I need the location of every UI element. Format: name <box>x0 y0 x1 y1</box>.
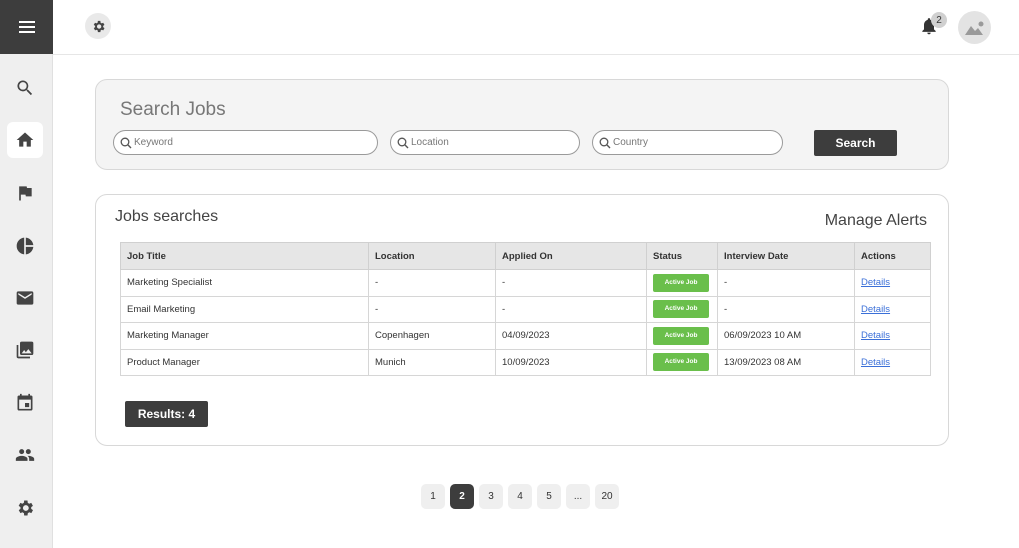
status-cell: Active Job <box>646 348 718 376</box>
status-badge: Active Job <box>653 353 709 372</box>
interview-date-cell: 06/09/2023 10 AM <box>717 322 855 350</box>
job-title-cell: Product Manager <box>120 348 369 376</box>
people-icon <box>15 449 35 461</box>
sidebar <box>0 0 53 548</box>
mail-icon <box>16 291 34 305</box>
page-button-20[interactable]: 20 <box>595 484 619 509</box>
hamburger-icon <box>18 21 35 33</box>
table-row: Marketing Manager Copenhagen 04/09/2023 … <box>120 322 931 350</box>
hamburger-menu-button[interactable] <box>0 0 53 54</box>
page-button-1[interactable]: 1 <box>421 484 445 509</box>
status-cell: Active Job <box>646 269 718 297</box>
applied-on-cell: 04/09/2023 <box>495 322 647 350</box>
applied-on-cell: - <box>495 269 647 297</box>
column-header-interview-date: Interview Date <box>717 242 855 270</box>
results-count-badge: Results: 4 <box>125 401 208 427</box>
actions-cell: Details <box>854 295 931 323</box>
top-header: 2 <box>53 0 1019 55</box>
table-row: Email Marketing - - Active Job - Details <box>120 295 931 323</box>
pie-chart-icon <box>16 237 34 255</box>
search-button[interactable]: Search <box>814 130 897 156</box>
column-header-location: Location <box>368 242 496 270</box>
job-title-cell: Marketing Manager <box>120 322 369 350</box>
status-badge: Active Job <box>653 300 709 319</box>
page-button-5[interactable]: 5 <box>537 484 561 509</box>
details-link[interactable]: Details <box>861 277 890 288</box>
location-cell: Munich <box>368 348 496 376</box>
search-icon <box>397 137 409 148</box>
applied-on-cell: 10/09/2023 <box>495 348 647 376</box>
status-cell: Active Job <box>646 295 718 323</box>
keyword-input[interactable] <box>134 137 377 148</box>
sidebar-item-settings[interactable] <box>7 490 43 526</box>
calendar-icon <box>17 393 33 411</box>
manage-alerts-link[interactable]: Manage Alerts <box>825 212 927 230</box>
interview-date-cell: 13/09/2023 08 AM <box>717 348 855 376</box>
sidebar-item-calendar[interactable] <box>7 385 43 421</box>
table-header-row: Job Title Location Applied On Status Int… <box>120 242 931 270</box>
actions-cell: Details <box>854 348 931 376</box>
status-badge: Active Job <box>653 273 709 292</box>
job-title-cell: Email Marketing <box>120 295 369 323</box>
details-link[interactable]: Details <box>861 330 890 341</box>
keyword-field[interactable] <box>113 130 378 155</box>
page-button-4[interactable]: 4 <box>508 484 532 509</box>
column-header-applied-on: Applied On <box>495 242 647 270</box>
column-header-actions: Actions <box>854 242 931 270</box>
table-row: Product Manager Munich 10/09/2023 Active… <box>120 348 931 376</box>
avatar-placeholder-icon <box>964 21 983 35</box>
country-field[interactable] <box>592 130 783 155</box>
country-input[interactable] <box>613 137 782 148</box>
sidebar-item-home[interactable] <box>7 122 43 158</box>
status-badge: Active Job <box>653 326 709 345</box>
location-input[interactable] <box>411 137 579 148</box>
table-row: Marketing Specialist - - Active Job - De… <box>120 269 931 297</box>
sidebar-item-people[interactable] <box>7 437 43 473</box>
details-link[interactable]: Details <box>861 357 890 368</box>
sidebar-item-gallery[interactable] <box>7 332 43 368</box>
column-header-job-title: Job Title <box>120 242 369 270</box>
search-icon <box>120 137 132 148</box>
column-header-status: Status <box>646 242 718 270</box>
sidebar-item-mail[interactable] <box>7 280 43 316</box>
location-cell: - <box>368 269 496 297</box>
sidebar-item-reports[interactable] <box>7 228 43 264</box>
interview-date-cell: - <box>717 269 855 297</box>
page-button-2[interactable]: 2 <box>450 484 474 509</box>
location-field[interactable] <box>390 130 580 155</box>
jobs-table: Job Title Location Applied On Status Int… <box>120 242 931 376</box>
details-link[interactable]: Details <box>861 304 890 315</box>
search-jobs-title: Search Jobs <box>120 99 226 120</box>
avatar[interactable] <box>958 11 991 44</box>
location-cell: - <box>368 295 496 323</box>
interview-date-cell: - <box>717 295 855 323</box>
flag-icon <box>19 186 32 201</box>
jobs-searches-title: Jobs searches <box>115 208 219 225</box>
gear-icon <box>93 20 104 32</box>
page-ellipsis: ... <box>566 484 590 509</box>
search-jobs-panel: Search Jobs Search <box>95 79 949 170</box>
pagination: 1 2 3 4 5 ... 20 <box>421 484 619 510</box>
sidebar-item-search[interactable] <box>7 70 43 106</box>
search-icon <box>17 80 33 96</box>
header-settings-button[interactable] <box>85 13 111 39</box>
page-button-3[interactable]: 3 <box>479 484 503 509</box>
home-icon <box>16 132 34 147</box>
search-icon <box>599 137 611 148</box>
jobs-searches-panel: Jobs searches Manage Alerts Job Title Lo… <box>95 194 949 446</box>
job-title-cell: Marketing Specialist <box>120 269 369 297</box>
location-cell: Copenhagen <box>368 322 496 350</box>
status-cell: Active Job <box>646 322 718 350</box>
actions-cell: Details <box>854 322 931 350</box>
notification-count-badge: 2 <box>931 12 947 28</box>
gallery-icon <box>16 341 34 359</box>
applied-on-cell: - <box>495 295 647 323</box>
actions-cell: Details <box>854 269 931 297</box>
gear-icon <box>18 500 33 516</box>
sidebar-item-flag[interactable] <box>7 175 43 211</box>
